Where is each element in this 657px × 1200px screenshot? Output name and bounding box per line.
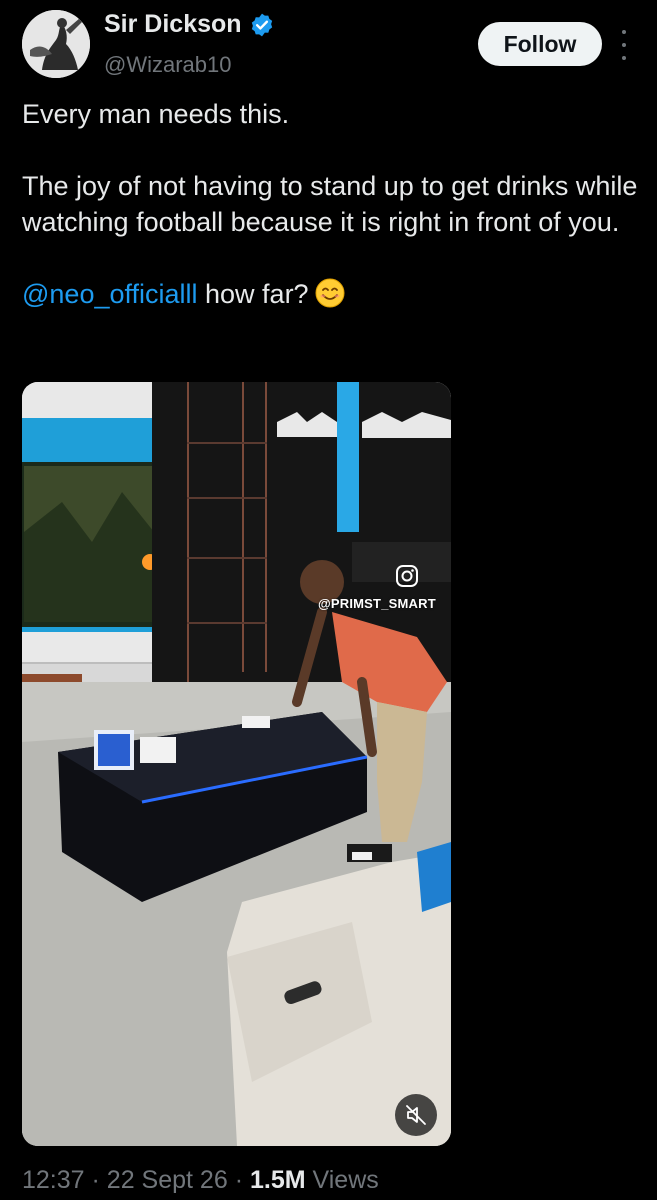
tweet-metadata: 12:37 · 22 Sept 26 · 1.5M Views [22, 1166, 379, 1195]
tweet-line-1: Every man needs this. [22, 99, 290, 129]
video-watermark: @PRIMST_SMART [318, 596, 436, 611]
mute-toggle[interactable] [395, 1094, 437, 1136]
smiling-face-icon [315, 278, 345, 308]
follow-button[interactable]: Follow [478, 22, 602, 66]
views-count[interactable]: 1.5M [250, 1166, 306, 1194]
separator: · [234, 1166, 244, 1194]
tweet-text: Every man needs this. The joy of not hav… [22, 96, 642, 312]
display-name[interactable]: Sir Dickson [104, 10, 242, 39]
author-name-row[interactable]: Sir Dickson [104, 10, 275, 39]
verified-badge-icon [251, 13, 272, 36]
tweet-time[interactable]: 12:37 [22, 1166, 85, 1194]
mention-link[interactable]: @neo_officialll [22, 279, 198, 309]
muted-speaker-icon [406, 1105, 426, 1125]
author-handle[interactable]: @Wizarab10 [104, 52, 232, 78]
avatar-image [22, 10, 90, 78]
avatar[interactable] [22, 10, 90, 78]
instagram-icon [396, 565, 418, 587]
tweet-line-2: The joy of not having to stand up to get… [22, 171, 638, 237]
views-label: Views [312, 1166, 379, 1194]
tweet-line-3-text: how far? [197, 279, 309, 309]
separator: · [91, 1166, 100, 1194]
tweet-video[interactable]: @PRIMST_SMART [22, 382, 451, 1146]
more-vertical-icon[interactable] [618, 30, 630, 60]
tweet-date[interactable]: 22 Sept 26 [107, 1166, 228, 1194]
tweet-line-3: @neo_officialll how far? [22, 276, 642, 312]
video-frame [22, 382, 451, 1146]
